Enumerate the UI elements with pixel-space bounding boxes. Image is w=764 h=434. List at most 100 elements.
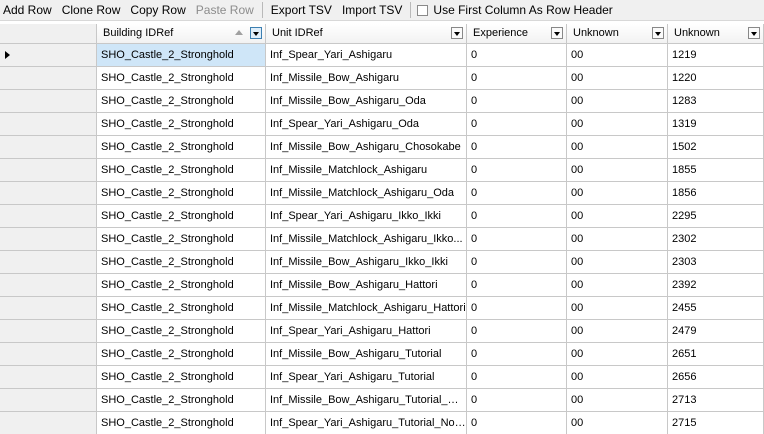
table-row[interactable]: SHO_Castle_2_Stronghold Inf_Missile_Match…	[0, 297, 764, 320]
unknown-cell[interactable]: 2392	[668, 274, 764, 297]
unit-idref-cell[interactable]: Inf_Missile_Matchlock_Ashigaru	[266, 159, 467, 182]
experience-cell[interactable]: 0	[467, 228, 567, 251]
experience-cell[interactable]: 0	[467, 251, 567, 274]
row-header[interactable]	[0, 343, 97, 366]
row-header[interactable]	[0, 389, 97, 412]
unknown-cell[interactable]: 2713	[668, 389, 764, 412]
table-row[interactable]: SHO_Castle_2_Stronghold Inf_Missile_Match…	[0, 228, 764, 251]
add-row-button[interactable]: Add Row	[0, 2, 57, 18]
unknown-cell[interactable]: 1855	[668, 159, 764, 182]
unit-idref-cell[interactable]: Inf_Spear_Yari_Ashigaru_Oda	[266, 113, 467, 136]
unit-idref-cell[interactable]: Inf_Spear_Yari_Ashigaru	[266, 44, 467, 67]
table-row[interactable]: SHO_Castle_2_Stronghold Inf_Spear_Yari_As…	[0, 320, 764, 343]
column-header-unit-idref[interactable]: Unit IDRef	[266, 24, 467, 44]
building-idref-cell[interactable]: SHO_Castle_2_Stronghold	[97, 205, 266, 228]
unknown-cell[interactable]: 2455	[668, 297, 764, 320]
unit-idref-cell[interactable]: Inf_Missile_Bow_Ashigaru	[266, 67, 467, 90]
unit-idref-cell[interactable]: Inf_Spear_Yari_Ashigaru_Tutorial_No_...	[266, 412, 467, 434]
unknown-cell[interactable]: 00	[567, 412, 668, 434]
unknown-cell[interactable]: 00	[567, 320, 668, 343]
unit-idref-cell[interactable]: Inf_Missile_Bow_Ashigaru_Chosokabe	[266, 136, 467, 159]
clone-row-button[interactable]: Clone Row	[57, 2, 126, 18]
column-header-unknown-1[interactable]: Unknown	[567, 24, 668, 44]
unit-idref-cell[interactable]: Inf_Missile_Matchlock_Ashigaru_Hattori	[266, 297, 467, 320]
experience-cell[interactable]: 0	[467, 412, 567, 434]
unknown-cell[interactable]: 00	[567, 274, 668, 297]
unknown-cell[interactable]: 00	[567, 205, 668, 228]
building-idref-cell[interactable]: SHO_Castle_2_Stronghold	[97, 44, 266, 67]
row-header[interactable]	[0, 228, 97, 251]
unknown-cell[interactable]: 1502	[668, 136, 764, 159]
table-row[interactable]: SHO_Castle_2_Stronghold Inf_Spear_Yari_As…	[0, 205, 764, 228]
import-tsv-button[interactable]: Import TSV	[337, 2, 407, 18]
copy-row-button[interactable]: Copy Row	[125, 2, 190, 18]
row-header[interactable]	[0, 412, 97, 434]
unit-idref-cell[interactable]: Inf_Missile_Matchlock_Ashigaru_Ikko...	[266, 228, 467, 251]
unknown-cell[interactable]: 1219	[668, 44, 764, 67]
experience-cell[interactable]: 0	[467, 113, 567, 136]
table-row[interactable]: SHO_Castle_2_Stronghold Inf_Missile_Match…	[0, 182, 764, 205]
experience-cell[interactable]: 0	[467, 343, 567, 366]
unknown-cell[interactable]: 00	[567, 297, 668, 320]
building-idref-cell[interactable]: SHO_Castle_2_Stronghold	[97, 320, 266, 343]
row-header[interactable]	[0, 205, 97, 228]
table-row[interactable]: SHO_Castle_2_Stronghold Inf_Missile_Bow_A…	[0, 343, 764, 366]
row-header-corner[interactable]	[0, 24, 97, 44]
experience-cell[interactable]: 0	[467, 366, 567, 389]
unknown-cell[interactable]: 00	[567, 182, 668, 205]
experience-cell[interactable]: 0	[467, 274, 567, 297]
row-header[interactable]	[0, 67, 97, 90]
experience-cell[interactable]: 0	[467, 136, 567, 159]
experience-cell[interactable]: 0	[467, 297, 567, 320]
filter-dropdown-icon[interactable]	[652, 27, 664, 39]
first-column-header-toggle[interactable]: Use First Column As Row Header	[414, 3, 613, 17]
paste-row-button[interactable]: Paste Row	[191, 2, 259, 18]
row-header[interactable]	[0, 159, 97, 182]
column-header-unknown-2[interactable]: Unknown	[668, 24, 764, 44]
table-row[interactable]: SHO_Castle_2_Stronghold Inf_Spear_Yari_As…	[0, 44, 764, 67]
table-row[interactable]: SHO_Castle_2_Stronghold Inf_Missile_Bow_A…	[0, 90, 764, 113]
unknown-cell[interactable]: 00	[567, 343, 668, 366]
row-header[interactable]	[0, 44, 97, 67]
unknown-cell[interactable]: 2656	[668, 366, 764, 389]
export-tsv-button[interactable]: Export TSV	[266, 2, 337, 18]
unit-idref-cell[interactable]: Inf_Missile_Bow_Ashigaru_Tutorial_No...	[266, 389, 467, 412]
building-idref-cell[interactable]: SHO_Castle_2_Stronghold	[97, 297, 266, 320]
filter-dropdown-icon[interactable]	[250, 27, 262, 39]
experience-cell[interactable]: 0	[467, 90, 567, 113]
experience-cell[interactable]: 0	[467, 159, 567, 182]
experience-cell[interactable]: 0	[467, 44, 567, 67]
unknown-cell[interactable]: 00	[567, 136, 668, 159]
experience-cell[interactable]: 0	[467, 67, 567, 90]
table-row[interactable]: SHO_Castle_2_Stronghold Inf_Missile_Bow_A…	[0, 67, 764, 90]
experience-cell[interactable]: 0	[467, 389, 567, 412]
row-header[interactable]	[0, 182, 97, 205]
column-header-experience[interactable]: Experience	[467, 24, 567, 44]
unknown-cell[interactable]: 2479	[668, 320, 764, 343]
unknown-cell[interactable]: 00	[567, 159, 668, 182]
row-header[interactable]	[0, 366, 97, 389]
unknown-cell[interactable]: 2302	[668, 228, 764, 251]
unknown-cell[interactable]: 2303	[668, 251, 764, 274]
table-row[interactable]: SHO_Castle_2_Stronghold Inf_Spear_Yari_As…	[0, 113, 764, 136]
building-idref-cell[interactable]: SHO_Castle_2_Stronghold	[97, 67, 266, 90]
table-row[interactable]: SHO_Castle_2_Stronghold Inf_Missile_Bow_A…	[0, 274, 764, 297]
unknown-cell[interactable]: 00	[567, 366, 668, 389]
experience-cell[interactable]: 0	[467, 320, 567, 343]
building-idref-cell[interactable]: SHO_Castle_2_Stronghold	[97, 113, 266, 136]
building-idref-cell[interactable]: SHO_Castle_2_Stronghold	[97, 182, 266, 205]
unit-idref-cell[interactable]: Inf_Missile_Bow_Ashigaru_Oda	[266, 90, 467, 113]
row-header[interactable]	[0, 90, 97, 113]
unit-idref-cell[interactable]: Inf_Missile_Bow_Ashigaru_Tutorial	[266, 343, 467, 366]
row-header[interactable]	[0, 113, 97, 136]
filter-dropdown-icon[interactable]	[551, 27, 563, 39]
building-idref-cell[interactable]: SHO_Castle_2_Stronghold	[97, 228, 266, 251]
table-row[interactable]: SHO_Castle_2_Stronghold Inf_Spear_Yari_As…	[0, 412, 764, 434]
building-idref-cell[interactable]: SHO_Castle_2_Stronghold	[97, 159, 266, 182]
experience-cell[interactable]: 0	[467, 205, 567, 228]
unit-idref-cell[interactable]: Inf_Missile_Bow_Ashigaru_Hattori	[266, 274, 467, 297]
row-header[interactable]	[0, 320, 97, 343]
unknown-cell[interactable]: 00	[567, 90, 668, 113]
row-header[interactable]	[0, 297, 97, 320]
filter-dropdown-icon[interactable]	[451, 27, 463, 39]
